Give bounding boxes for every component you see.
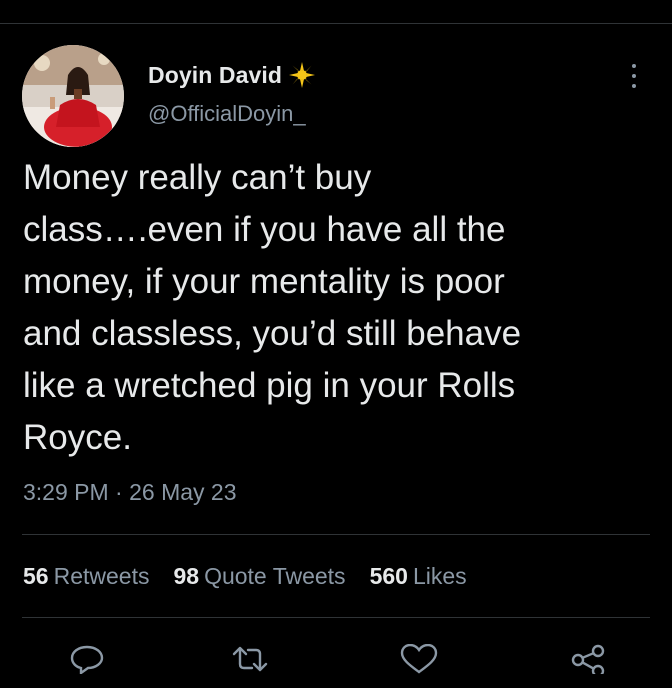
display-name[interactable]: Doyin David: [148, 62, 282, 89]
quote-tweets-label: Quote Tweets: [204, 562, 346, 589]
retweets-count: 56: [23, 562, 49, 589]
engagement-stats: 56 Retweets 98 Quote Tweets 560 Likes: [23, 560, 491, 592]
divider-stats-top: [22, 534, 650, 535]
retweet-icon[interactable]: [228, 644, 272, 688]
author-name-row[interactable]: Doyin David: [148, 60, 316, 90]
sun-badge-icon: [288, 61, 316, 89]
divider-stats-bottom: [22, 617, 650, 618]
like-icon[interactable]: [397, 644, 441, 688]
tweet: Doyin David @OfficialDoyin_ Money really…: [0, 0, 672, 674]
retweets-label: Retweets: [53, 562, 150, 589]
more-options-icon[interactable]: [622, 60, 646, 92]
tweet-actions: [0, 638, 672, 678]
reply-icon[interactable]: [65, 644, 109, 688]
likes-count: 560: [369, 562, 408, 589]
quote-tweets-count: 98: [173, 562, 200, 589]
avatar[interactable]: [22, 45, 124, 147]
retweets-stat[interactable]: 56 Retweets: [23, 563, 149, 590]
tweet-timestamp[interactable]: 3:29 PM · 26 May 23: [23, 479, 237, 506]
author-handle[interactable]: @OfficialDoyin_: [148, 101, 306, 127]
likes-label: Likes: [412, 562, 467, 589]
share-icon[interactable]: [566, 644, 610, 688]
likes-stat[interactable]: 560 Likes: [370, 563, 467, 590]
quote-tweets-stat[interactable]: 98 Quote Tweets: [173, 563, 345, 590]
tweet-text: Money really can’t buy class….even if yo…: [23, 158, 522, 457]
